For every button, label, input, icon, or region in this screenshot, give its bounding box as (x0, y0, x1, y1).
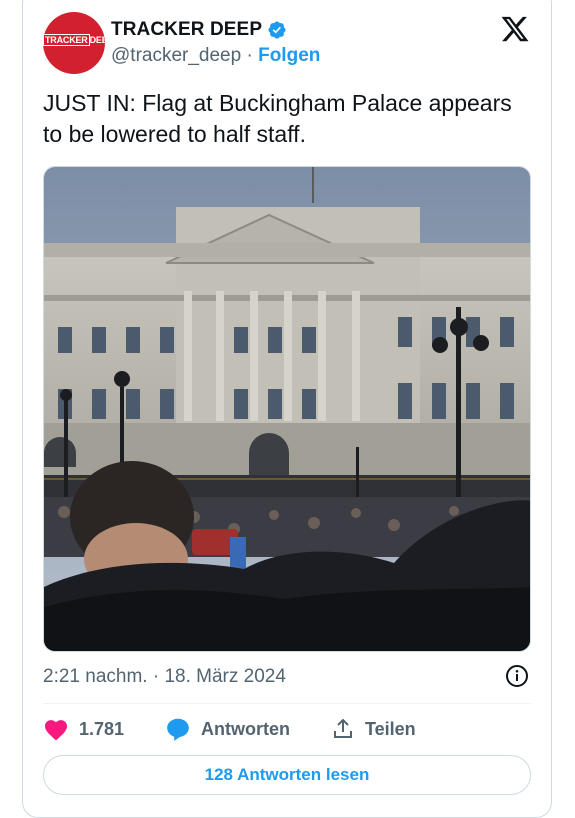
buckingham-palace-photo (44, 167, 530, 651)
reply-label: Antworten (201, 718, 290, 739)
read-replies-button[interactable]: 128 Antworten lesen (43, 755, 531, 795)
author-display-name[interactable]: TRACKER DEEP (111, 19, 262, 41)
avatar[interactable]: TRACKERDEEP (43, 12, 105, 74)
follow-button[interactable]: Folgen (258, 45, 320, 66)
verified-badge-icon (268, 21, 286, 39)
tweet-actions: 1.781 Antworten Teilen (43, 714, 531, 744)
divider (43, 703, 531, 704)
x-logo-icon[interactable] (499, 14, 531, 44)
author-handle-row: @tracker_deep · Folgen (111, 45, 320, 67)
avatar-logo-text: TRACKERDEEP (43, 34, 105, 46)
author-handle[interactable]: @tracker_deep (111, 45, 241, 66)
reply-bubble-icon (167, 718, 189, 741)
share-icon (334, 718, 352, 738)
share-label: Teilen (365, 718, 416, 739)
tweet-photo[interactable] (43, 166, 531, 652)
heart-icon (44, 720, 68, 741)
author-name-row[interactable]: TRACKER DEEP (111, 19, 287, 41)
reply-button[interactable]: Antworten (165, 714, 290, 744)
like-count: 1.781 (79, 718, 125, 739)
tweet-text: JUST IN: Flag at Buckingham Palace appea… (43, 90, 512, 147)
share-button[interactable]: Teilen (331, 714, 416, 744)
info-icon[interactable] (505, 664, 529, 688)
tweet-timestamp[interactable]: 2:21 nachm. · 18. März 2024 (43, 666, 286, 688)
like-button[interactable]: 1.781 (43, 714, 124, 744)
handle-separator: · (246, 45, 253, 66)
